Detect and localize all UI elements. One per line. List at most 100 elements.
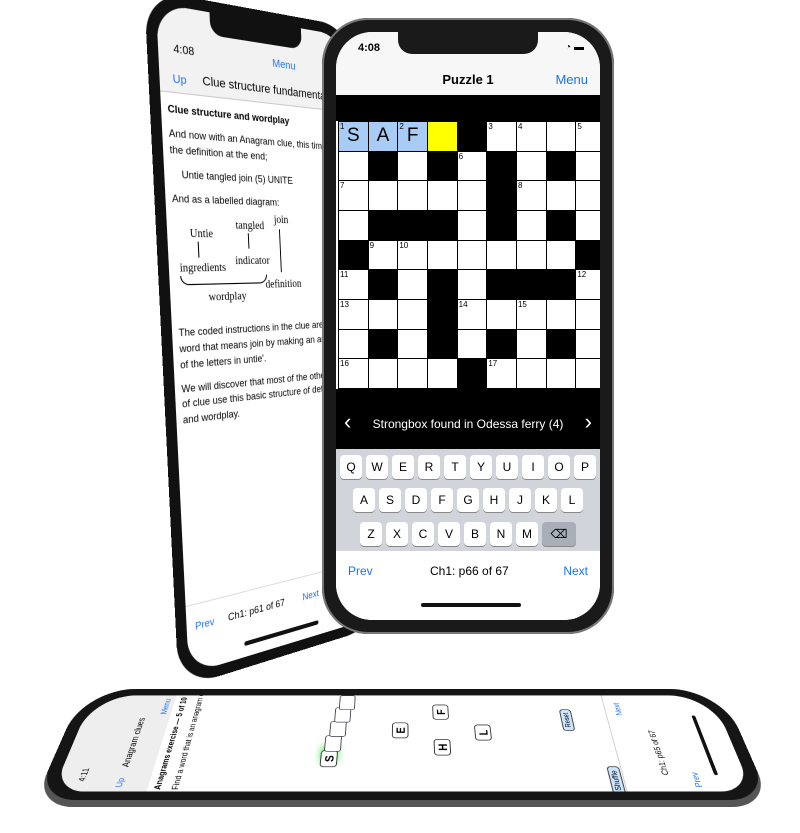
answer-slot[interactable] [329, 721, 347, 737]
key-g[interactable]: G [457, 488, 479, 512]
key-b[interactable]: B [464, 522, 486, 546]
key-p[interactable]: P [574, 455, 596, 479]
grid-cell[interactable] [427, 122, 457, 151]
grid-cell[interactable] [546, 299, 576, 329]
grid-cell[interactable]: 3 [487, 122, 516, 151]
menu-button[interactable]: Menu [272, 58, 296, 73]
grid-cell[interactable] [339, 151, 368, 181]
key-c[interactable]: C [412, 522, 434, 546]
home-indicator[interactable] [421, 603, 521, 607]
key-t[interactable]: T [444, 455, 466, 479]
key-k[interactable]: K [535, 488, 557, 512]
key-o[interactable]: O [548, 455, 570, 479]
grid-cell[interactable]: 6 [457, 151, 487, 181]
grid-cell[interactable] [516, 329, 546, 359]
menu-button[interactable]: Menu [555, 72, 588, 87]
key-s[interactable]: S [379, 488, 401, 512]
grid-cell[interactable] [398, 359, 427, 388]
grid-cell[interactable] [339, 329, 368, 359]
grid-cell[interactable] [368, 359, 398, 388]
grid-cell[interactable]: 10 [398, 240, 427, 270]
crossword-grid[interactable]: 1 S A 2 F 3 4 5 6 7 8 9 10 11 12 13 14 15 16 17 [338, 121, 600, 389]
answer-slot[interactable] [323, 735, 343, 752]
grid-cell[interactable] [368, 299, 398, 329]
grid-cell[interactable]: 17 [487, 359, 516, 388]
grid-cell[interactable] [546, 181, 576, 210]
grid-cell[interactable]: 12 [576, 270, 600, 299]
grid-cell[interactable] [457, 210, 487, 240]
grid-cell[interactable] [427, 181, 457, 210]
home-indicator[interactable] [691, 715, 719, 776]
key-h[interactable]: H [483, 488, 505, 512]
letter-tile[interactable]: L [473, 724, 493, 741]
grid-cell[interactable]: 16 [339, 359, 368, 388]
grid-cell[interactable]: 1S [339, 122, 368, 151]
key-a[interactable]: A [353, 488, 375, 512]
prev-button[interactable]: Prev [689, 772, 704, 787]
grid-cell[interactable]: 2F [398, 122, 427, 151]
key-e[interactable]: E [392, 455, 414, 479]
key-q[interactable]: Q [340, 455, 362, 479]
grid-cell[interactable] [398, 329, 427, 359]
grid-cell[interactable] [487, 299, 516, 329]
grid-cell[interactable] [516, 151, 546, 181]
grid-cell[interactable]: 5 [576, 122, 600, 151]
grid-cell[interactable] [516, 210, 546, 240]
grid-cell[interactable] [487, 240, 516, 270]
key-d[interactable]: D [405, 488, 427, 512]
key-f[interactable]: F [431, 488, 453, 512]
home-indicator[interactable] [244, 620, 319, 647]
grid-cell[interactable]: A [368, 122, 398, 151]
grid-cell[interactable]: 11 [339, 270, 368, 299]
grid-cell[interactable] [368, 181, 398, 210]
letter-tile[interactable]: E [391, 722, 409, 739]
grid-cell[interactable] [427, 240, 457, 270]
key-m[interactable]: M [516, 522, 538, 546]
grid-cell[interactable] [576, 329, 600, 359]
grid-cell[interactable] [398, 151, 427, 181]
grid-cell[interactable]: 7 [339, 181, 368, 210]
grid-cell[interactable] [457, 181, 487, 210]
grid-cell[interactable] [398, 181, 427, 210]
key-z[interactable]: Z [360, 522, 382, 546]
next-button[interactable]: Next [563, 564, 588, 578]
next-button[interactable]: Next [611, 703, 624, 716]
letter-tile[interactable]: F [432, 704, 450, 720]
key-l[interactable]: L [561, 488, 583, 512]
reset-button[interactable]: Reset [558, 709, 576, 731]
grid-cell[interactable] [576, 299, 600, 329]
grid-cell[interactable] [398, 270, 427, 299]
grid-cell[interactable]: 13 [339, 299, 368, 329]
grid-cell[interactable] [546, 359, 576, 388]
grid-cell[interactable]: 8 [516, 181, 546, 210]
grid-cell[interactable] [516, 240, 546, 270]
grid-cell[interactable] [457, 329, 487, 359]
key-n[interactable]: N [490, 522, 512, 546]
key-x[interactable]: X [386, 522, 408, 546]
key-v[interactable]: V [438, 522, 460, 546]
grid-cell[interactable] [546, 122, 576, 151]
grid-cell[interactable] [516, 359, 546, 388]
grid-cell[interactable] [576, 359, 600, 388]
grid-cell[interactable] [546, 240, 576, 270]
answer-slot[interactable] [338, 695, 356, 711]
next-clue-chevron-icon[interactable]: › [585, 409, 592, 435]
letter-tile[interactable]: H [433, 739, 452, 756]
grid-cell[interactable]: 14 [457, 299, 487, 329]
grid-cell[interactable]: 9 [368, 240, 398, 270]
key-y[interactable]: Y [470, 455, 492, 479]
prev-button[interactable]: Prev [195, 616, 215, 632]
key-u[interactable]: U [496, 455, 518, 479]
next-button[interactable]: Next [302, 588, 319, 603]
key-r[interactable]: R [418, 455, 440, 479]
grid-cell[interactable] [457, 240, 487, 270]
grid-cell[interactable]: 15 [516, 299, 546, 329]
key-i[interactable]: I [522, 455, 544, 479]
grid-cell[interactable] [576, 151, 600, 181]
grid-cell[interactable]: 4 [516, 122, 546, 151]
grid-cell[interactable] [398, 299, 427, 329]
grid-cell[interactable] [339, 210, 368, 240]
grid-cell[interactable] [457, 270, 487, 299]
key-j[interactable]: J [509, 488, 531, 512]
key-w[interactable]: W [366, 455, 388, 479]
